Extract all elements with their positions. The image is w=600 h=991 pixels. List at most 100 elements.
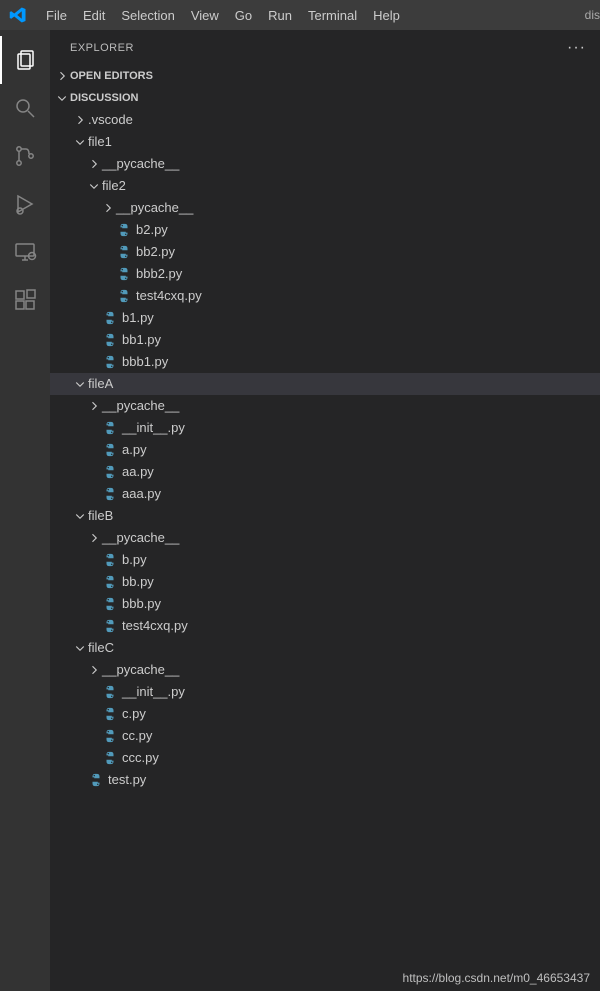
file-label: __init__.py [122,681,185,703]
file-row[interactable]: __init__.py [50,417,600,439]
python-file-icon [88,772,104,788]
menu-view[interactable]: View [183,0,227,30]
source-control-icon[interactable] [0,132,50,180]
python-file-icon [102,750,118,766]
explorer-icon[interactable] [0,36,50,84]
file-row[interactable]: test.py [50,769,600,791]
file-label: test4cxq.py [122,615,188,637]
file-row[interactable]: b.py [50,549,600,571]
python-file-icon [102,332,118,348]
menu-selection[interactable]: Selection [113,0,182,30]
file-label: bb2.py [136,241,175,263]
search-icon[interactable] [0,84,50,132]
file-row[interactable]: test4cxq.py [50,615,600,637]
chevron-right-icon [86,158,102,170]
menu-help[interactable]: Help [365,0,408,30]
file-row[interactable]: b2.py [50,219,600,241]
folder-label: __pycache__ [102,659,179,681]
run-debug-icon[interactable] [0,180,50,228]
file-row[interactable]: aa.py [50,461,600,483]
sidebar-header: EXPLORER ··· [50,30,600,65]
file-row[interactable]: test4cxq.py [50,285,600,307]
file-label: bbb1.py [122,351,168,373]
watermark-text: https://blog.csdn.net/m0_46653437 [403,971,590,985]
file-row[interactable]: bbb2.py [50,263,600,285]
folder-label: __pycache__ [102,527,179,549]
python-file-icon [102,354,118,370]
python-file-icon [102,706,118,722]
file-label: c.py [122,703,146,725]
file-row[interactable]: bbb.py [50,593,600,615]
file-tree: .vscodefile1__pycache__file2__pycache__b… [50,109,600,991]
file-label: b.py [122,549,147,571]
file-label: bb.py [122,571,154,593]
folder-row[interactable]: file2 [50,175,600,197]
python-file-icon [102,684,118,700]
extensions-icon[interactable] [0,276,50,324]
folder-label: __pycache__ [102,395,179,417]
file-row[interactable]: aaa.py [50,483,600,505]
menubar: FileEditSelectionViewGoRunTerminalHelp d… [0,0,600,30]
folder-row[interactable]: __pycache__ [50,153,600,175]
menu-go[interactable]: Go [227,0,260,30]
sidebar-title: EXPLORER [70,42,134,54]
chevron-right-icon [100,202,116,214]
file-row[interactable]: b1.py [50,307,600,329]
python-file-icon [116,222,132,238]
python-file-icon [102,310,118,326]
file-row[interactable]: bbb1.py [50,351,600,373]
python-file-icon [116,288,132,304]
menu-file[interactable]: File [38,0,75,30]
menu-edit[interactable]: Edit [75,0,113,30]
python-file-icon [102,464,118,480]
menu-run[interactable]: Run [260,0,300,30]
file-row[interactable]: __init__.py [50,681,600,703]
sidebar: EXPLORER ··· OPEN EDITORS DISCUSSION .vs… [50,30,600,991]
file-label: bb1.py [122,329,161,351]
chevron-down-icon [72,136,88,148]
vscode-logo-icon [6,3,30,27]
file-row[interactable]: cc.py [50,725,600,747]
file-label: aa.py [122,461,154,483]
open-editors-section[interactable]: OPEN EDITORS [50,65,600,87]
file-row[interactable]: bb.py [50,571,600,593]
open-editors-label: OPEN EDITORS [70,70,153,82]
python-file-icon [102,486,118,502]
menu-terminal[interactable]: Terminal [300,0,365,30]
remote-explorer-icon[interactable] [0,228,50,276]
activity-bar [0,30,50,991]
file-row[interactable]: a.py [50,439,600,461]
file-label: b2.py [136,219,168,241]
file-row[interactable]: bb1.py [50,329,600,351]
more-actions-icon[interactable]: ··· [567,39,586,57]
file-row[interactable]: c.py [50,703,600,725]
folder-label: fileA [88,373,113,395]
folder-row[interactable]: fileB [50,505,600,527]
folder-row[interactable]: __pycache__ [50,395,600,417]
chevron-down-icon [72,642,88,654]
folder-label: fileC [88,637,114,659]
file-label: test4cxq.py [136,285,202,307]
title-truncated-text: dis [585,8,600,22]
folder-row[interactable]: __pycache__ [50,527,600,549]
folder-row[interactable]: fileA [50,373,600,395]
folder-label: __pycache__ [116,197,193,219]
folder-row[interactable]: fileC [50,637,600,659]
folder-row[interactable]: .vscode [50,109,600,131]
folder-label: __pycache__ [102,153,179,175]
python-file-icon [102,728,118,744]
folder-label: file2 [102,175,126,197]
file-row[interactable]: ccc.py [50,747,600,769]
workspace-section[interactable]: DISCUSSION [50,87,600,109]
chevron-down-icon [72,378,88,390]
file-label: cc.py [122,725,152,747]
file-row[interactable]: bb2.py [50,241,600,263]
python-file-icon [102,596,118,612]
folder-row[interactable]: file1 [50,131,600,153]
file-label: __init__.py [122,417,185,439]
python-file-icon [102,552,118,568]
folder-row[interactable]: __pycache__ [50,659,600,681]
folder-row[interactable]: __pycache__ [50,197,600,219]
python-file-icon [116,266,132,282]
chevron-right-icon [86,532,102,544]
